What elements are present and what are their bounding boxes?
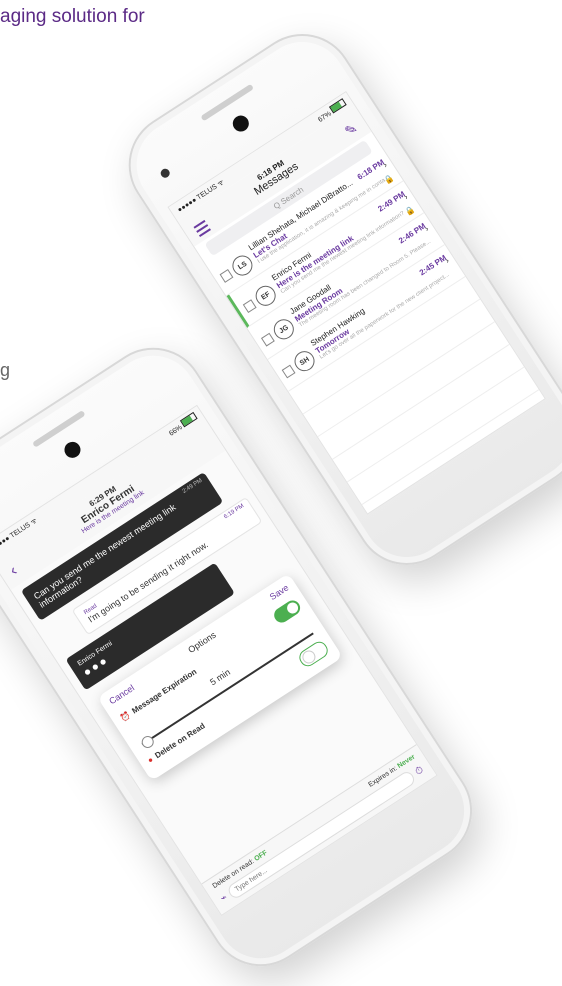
avatar: LS [228,251,257,280]
phone-speaker [199,83,254,122]
avatar: EF [251,281,280,310]
phone-camera [229,112,252,135]
paperclip-icon[interactable]: ⌁ [219,892,230,905]
row-checkbox[interactable] [281,364,296,379]
row-checkbox[interactable] [219,268,234,283]
page-title-fragment: aging solution for [0,6,145,27]
message-input[interactable] [225,769,418,901]
avatar: SH [290,347,319,376]
phone-sensor [158,167,172,180]
compose-bar: Delete on read: OFF Expires in: Never ⌁ … [201,744,437,915]
side-text-fragment: g [0,360,11,380]
save-button[interactable]: Save [268,582,291,602]
row-checkbox[interactable] [260,332,275,347]
message-time: 2:49 PM [181,477,204,495]
phone-camera [61,438,84,461]
row-checkbox[interactable] [242,299,257,314]
phone-speaker [32,410,86,448]
alarm-clock-icon: ⏰ [118,710,132,724]
delete-on-read-toggle[interactable] [296,638,331,670]
delete-on-read-label: Delete on Read [153,721,207,761]
delete-icon: ● [145,754,155,766]
timer-icon[interactable]: ⏱ [413,764,426,777]
avatar: JG [269,315,298,344]
